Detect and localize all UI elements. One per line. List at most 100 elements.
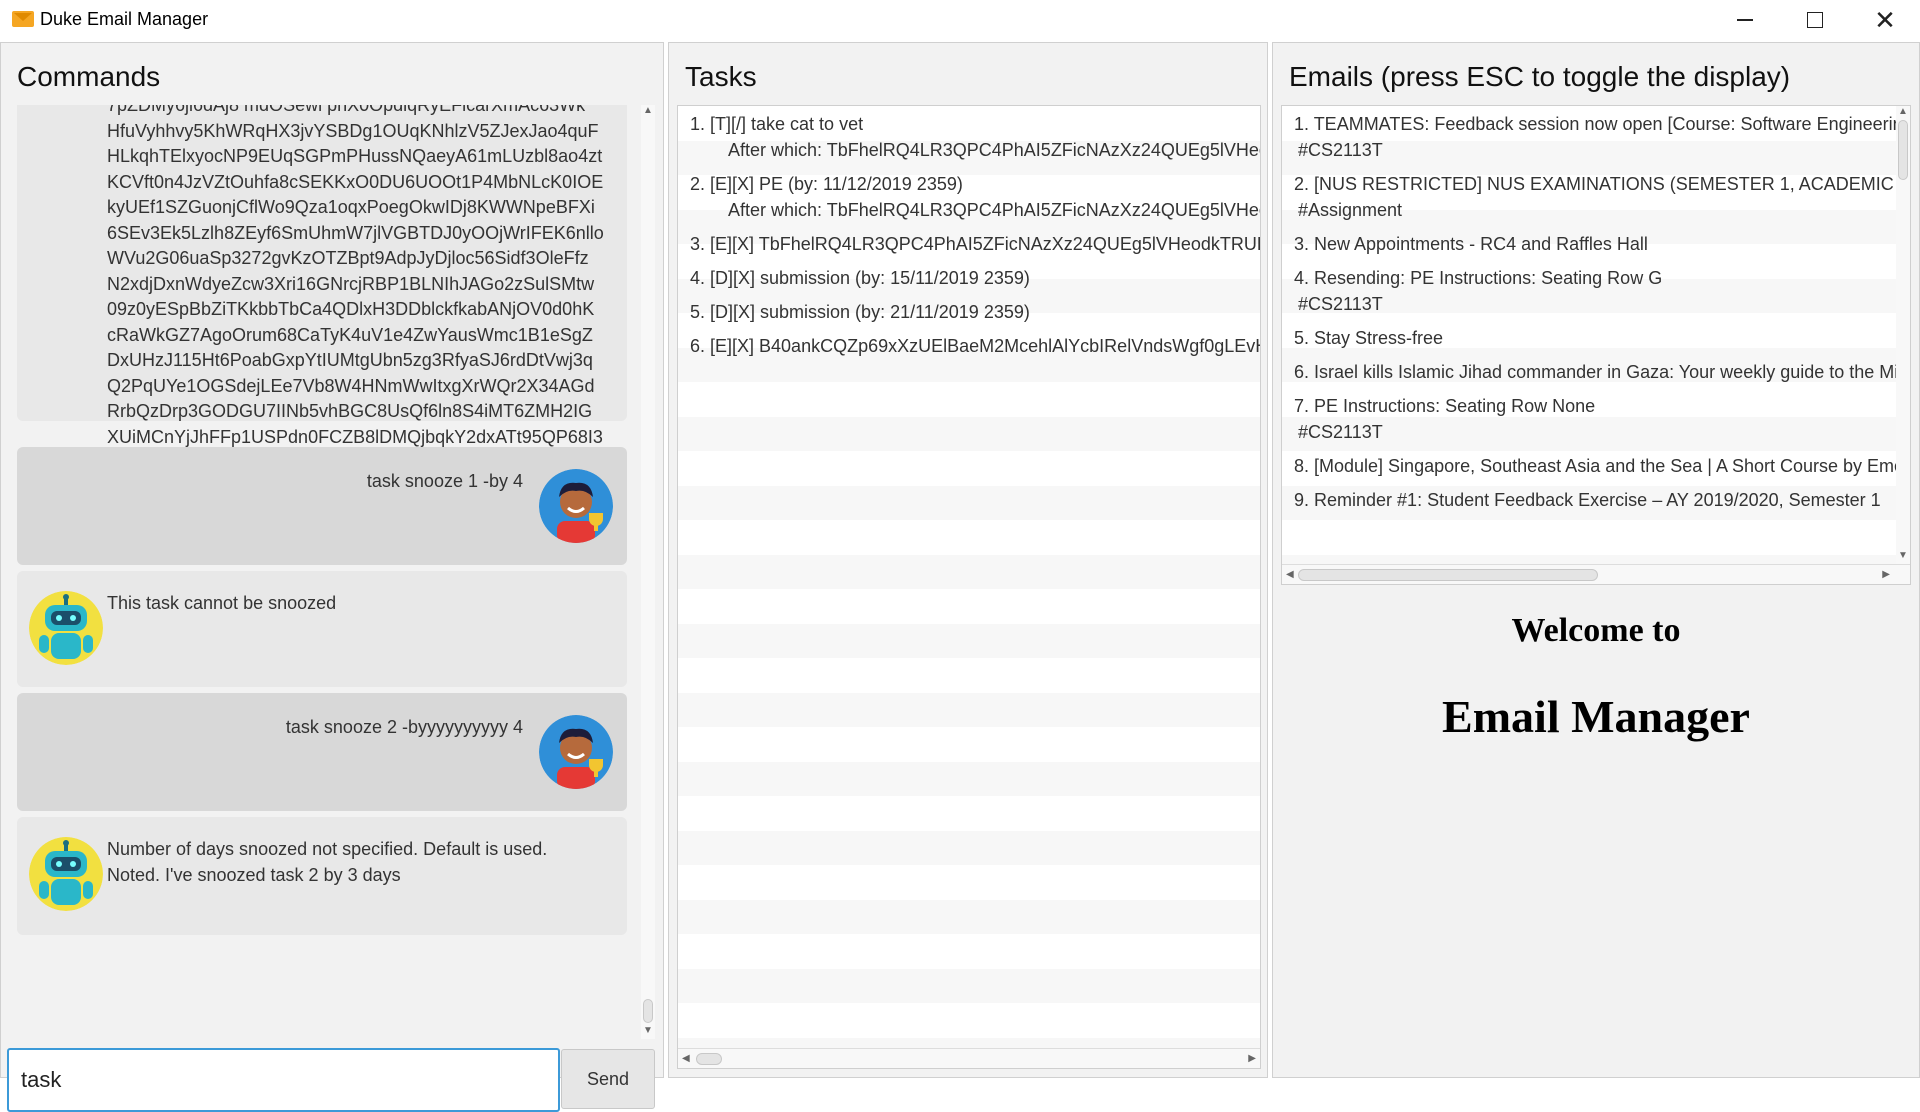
email-hscroll-thumb[interactable] (1298, 569, 1598, 581)
close-icon: ✕ (1874, 5, 1896, 35)
scroll-right-icon[interactable]: ▶ (1248, 1053, 1256, 1064)
message-line: Q2PqUYe1OGSdejLEe7Vb8W4HNmWwItxgXrWQr2X3… (107, 375, 595, 396)
message-line: HLkqhTElxyocNP9EUqSGPmPHussNQaeyA61mLUzb… (107, 146, 603, 166)
email-row[interactable]: 3. New Appointments - RC4 and Raffles Ha… (1282, 232, 1910, 258)
list-stripe (678, 830, 1260, 865)
task-row[interactable]: 1. [T][/] take cat to vet After which: Tb… (678, 112, 1260, 163)
email-subject: 2. [NUS RESTRICTED] NUS EXAMINATIONS (SE… (1294, 174, 1910, 194)
email-row[interactable]: 6. Israel kills Islamic Jihad commander … (1282, 360, 1910, 386)
message-line: cRaWkGZ7AgoOrum68CaTyK4uV1e4ZwYausWmc1B1… (107, 324, 593, 345)
email-subject: 7. PE Instructions: Seating Row None (1294, 396, 1596, 416)
list-stripe (678, 761, 1260, 796)
bot-message: 7pZDMy6jl6dAj8 mdOSewi pnX0OpdiqRyEFlcar… (17, 105, 627, 472)
task-list[interactable]: 1. [T][/] take cat to vet After which: Tb… (677, 105, 1261, 1069)
scroll-up-icon[interactable]: ▲ (643, 105, 653, 116)
list-stripe (678, 899, 1260, 934)
welcome-heading: Welcome to (1511, 612, 1681, 649)
minimize-button[interactable] (1710, 0, 1780, 40)
list-stripe (678, 589, 1260, 624)
minimize-icon (1737, 19, 1753, 21)
scroll-right-icon[interactable]: ▶ (1882, 569, 1890, 580)
message-text: task snooze 2 -byyyyyyyyyy 4 (286, 715, 523, 741)
email-hscrollbar[interactable]: ◀ ▶ (1282, 564, 1910, 584)
message-line: Number of days snoozed not specified. De… (107, 839, 548, 859)
task-hscrollbar[interactable]: ◀ ▶ (678, 1048, 1260, 1068)
email-subject: 8. [Module] Singapore, Southeast Asia an… (1294, 456, 1911, 476)
chat-scroll-thumb[interactable] (643, 999, 653, 1023)
message-line: 6SEv3Ek5Lzlh8ZEyf6SmUhmW7jlVGBTDJ0yOOjWr… (107, 222, 604, 243)
title-bar: Duke Email Manager ✕ (0, 0, 1920, 40)
task-row[interactable]: 5. [D][X] submission (by: 21/11/2019 235… (678, 300, 1260, 326)
task-row[interactable]: 4. [D][X] submission (by: 15/11/2019 235… (678, 266, 1260, 292)
envelope-icon (12, 11, 34, 27)
email-tag: #Assignment (1298, 199, 1403, 220)
list-stripe (678, 692, 1260, 727)
email-subject: 3. New Appointments - RC4 and Raffles Ha… (1294, 234, 1648, 254)
message-text: task snooze 1 -by 4 (367, 469, 523, 495)
task-hscroll-thumb[interactable] (696, 1053, 722, 1065)
task-text: 1. [T][/] take cat to vet (690, 114, 864, 134)
scroll-up-icon[interactable]: ▲ (1898, 106, 1908, 117)
window-title: Duke Email Manager (40, 9, 209, 29)
list-stripe (678, 485, 1260, 520)
email-subject: 4. Resending: PE Instructions: Seating R… (1294, 268, 1663, 288)
email-row[interactable]: 5. Stay Stress-free (1282, 326, 1910, 352)
task-subtext: After which: TbFhelRQ4LR3QPC4PhAI5ZFicNA… (728, 199, 1260, 220)
tasks-title: Tasks (685, 61, 757, 92)
scroll-down-icon[interactable]: ▼ (1898, 550, 1908, 561)
task-text: 4. [D][X] submission (by: 15/11/2019 235… (690, 268, 1030, 288)
email-row[interactable]: 7. PE Instructions: Seating Row None #CS2… (1282, 394, 1910, 445)
chat-area[interactable]: 7pZDMy6jl6dAj8 mdOSewi pnX0OpdiqRyEFlcar… (9, 105, 651, 1039)
email-subject: 6. Israel kills Islamic Jihad commander … (1294, 362, 1911, 382)
message-line: HfuVyhhvy5KhWRqHX3jvYSBDg1OUqKNhlzV5ZJex… (107, 120, 599, 141)
email-list[interactable]: 1. TEAMMATES: Feedback session now open … (1281, 105, 1911, 585)
task-row[interactable]: 3. [E][X] TbFhelRQ4LR3QPC4PhAI5ZFicNAzXz… (678, 232, 1260, 258)
email-row[interactable]: 4. Resending: PE Instructions: Seating R… (1282, 266, 1910, 317)
task-row[interactable]: 6. [E][X] B40ankCQZp69xXzUElBaeM2McehlAl… (678, 334, 1260, 360)
message-line: kyUEf1SZGuonjCflWo9Qza1oqxPoegOkwIDj8KWW… (107, 197, 595, 217)
list-stripe (678, 968, 1260, 1003)
user-message: task snooze 1 -by 4 (17, 447, 627, 565)
email-tag: #CS2113T (1298, 293, 1383, 314)
message-line: KCVft0n4JzVZtOuhfa8cSEKKxO0DU6UOOt1P4MbN… (107, 171, 604, 192)
email-subject: 5. Stay Stress-free (1294, 328, 1444, 348)
message-text: 7pZDMy6jl6dAj8 mdOSewi pnX0OpdiqRyEFlcar… (107, 105, 604, 476)
email-row[interactable]: 9. Reminder #1: Student Feedback Exercis… (1282, 488, 1910, 514)
send-button[interactable]: Send (561, 1049, 655, 1109)
list-stripe (678, 382, 1260, 417)
list-stripe (678, 623, 1260, 658)
maximize-button[interactable] (1780, 0, 1850, 40)
email-vscrollbar[interactable]: ▲ ▼ (1896, 106, 1910, 564)
message-line: task snooze 1 -by 4 (366, 471, 523, 491)
email-row[interactable]: 2. [NUS RESTRICTED] NUS EXAMINATIONS (SE… (1282, 172, 1910, 223)
message-line: 09z0yESpBbZiTKkbbTbCa4QDlxH3DDblckfkabAN… (107, 299, 595, 319)
task-text: 6. [E][X] B40ankCQZp69xXzUElBaeM2McehlAl… (690, 336, 1260, 356)
message-line: This task cannot be snoozed (107, 593, 337, 613)
list-stripe (678, 658, 1260, 693)
email-row[interactable]: 1. TEAMMATES: Feedback session now open … (1282, 112, 1910, 163)
commands-title: Commands (17, 61, 161, 92)
email-vscroll-thumb[interactable] (1898, 120, 1908, 180)
command-input[interactable] (7, 1048, 560, 1112)
message-line: 7pZDMy6jl6dAj8 mdOSewi pnX0OpdiqRyEFlcar… (107, 105, 586, 115)
close-button[interactable]: ✕ (1850, 0, 1920, 40)
chat-scrollbar[interactable]: ▲ ▼ (641, 105, 655, 1039)
tasks-panel: Tasks 1. [T][/] take cat to vet After whi… (668, 42, 1268, 1078)
list-stripe (1282, 520, 1910, 555)
message-line: Noted. I've snoozed task 2 by 3 days (107, 864, 401, 885)
list-stripe (678, 865, 1260, 900)
message-line: DxUHzJ115Ht6PoabGxpYtIUMtgUbn5zg3RfyaSJ6… (107, 350, 593, 370)
scroll-left-icon[interactable]: ◀ (1286, 569, 1294, 580)
scroll-down-icon[interactable]: ▼ (643, 1025, 653, 1036)
scroll-left-icon[interactable]: ◀ (682, 1053, 690, 1064)
message-text: Number of days snoozed not specified. De… (107, 837, 547, 888)
list-stripe (678, 520, 1260, 555)
bot-message: This task cannot be snoozed (17, 571, 627, 687)
email-row[interactable]: 8. [Module] Singapore, Southeast Asia an… (1282, 454, 1910, 480)
commands-panel: Commands 7pZDMy6jl6dAj8 mdOSewi pnX0Opdi… (0, 42, 664, 1112)
message-line: WVu2G06uaSp3272gvKzOTZBpt9AdpJyDjloc56Si… (107, 248, 589, 268)
task-text: 2. [E][X] PE (by: 11/12/2019 2359) (690, 174, 963, 194)
task-row[interactable]: 2. [E][X] PE (by: 11/12/2019 2359) After … (678, 172, 1260, 223)
bot-avatar (29, 591, 103, 665)
task-text: 3. [E][X] TbFhelRQ4LR3QPC4PhAI5ZFicNAzXz… (690, 234, 1260, 254)
